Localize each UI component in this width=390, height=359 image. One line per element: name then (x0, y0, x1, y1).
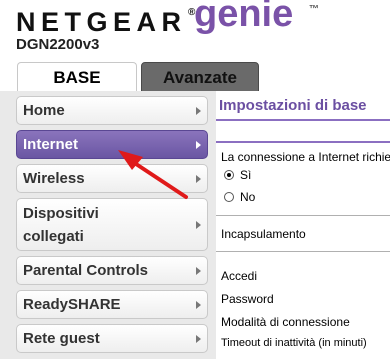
sidebar-item-label: ReadySHARE (23, 296, 121, 313)
login-label: Accedi (221, 269, 258, 283)
title-divider (216, 119, 390, 121)
chevron-right-icon (196, 107, 201, 115)
sidebar-item-readyshare[interactable]: ReadySHARE (16, 290, 208, 319)
sidebar-item-label: collegati (23, 228, 84, 245)
tab-bar: BASE Avanzate (0, 62, 390, 94)
trademark-mark: ™ (309, 4, 319, 15)
radio-yes-label[interactable]: Sì (240, 168, 251, 182)
chevron-right-icon (196, 335, 201, 343)
chevron-right-icon (196, 267, 201, 275)
content-panel: Impostazioni di base La connessione a In… (216, 91, 390, 359)
section-divider (216, 141, 390, 143)
tab-advanced[interactable]: Avanzate (141, 62, 259, 92)
sidebar-item-internet[interactable]: Internet (16, 130, 208, 159)
radio-no[interactable] (224, 192, 234, 202)
radio-no-label[interactable]: No (240, 190, 255, 204)
sidebar-item-wireless[interactable]: Wireless (16, 164, 208, 193)
sidebar-item-home[interactable]: Home (16, 96, 208, 125)
tab-base[interactable]: BASE (17, 62, 137, 92)
chevron-right-icon (196, 301, 201, 309)
page-title: Impostazioni di base (219, 97, 367, 114)
login-required-question: La connessione a Internet richiede un ac… (221, 150, 390, 164)
sidebar-item-attached-devices[interactable]: Dispositivi collegati (16, 198, 208, 251)
sidebar-item-label: Internet (23, 136, 79, 153)
genie-logo: genie (194, 0, 294, 35)
chevron-right-icon (196, 175, 201, 183)
sidebar-item-label: Parental Controls (23, 262, 149, 279)
sidebar-item-label: Rete guest (23, 330, 100, 347)
netgear-logo: NETGEAR (16, 7, 187, 37)
password-label: Password (221, 292, 274, 306)
sidebar-item-parental-controls[interactable]: Parental Controls (16, 256, 208, 285)
idle-timeout-label: Timeout di inattività (in minuti) (221, 337, 367, 349)
sidebar-item-label: Home (23, 102, 65, 119)
chevron-right-icon (196, 221, 201, 229)
divider (216, 251, 390, 252)
encapsulation-label: Incapsulamento (221, 227, 306, 241)
divider (216, 215, 390, 216)
connection-mode-label: Modalità di connessione (221, 315, 350, 329)
chevron-right-icon (196, 141, 201, 149)
radio-yes[interactable] (224, 170, 234, 180)
sidebar-item-guest-network[interactable]: Rete guest (16, 324, 208, 353)
sidebar-item-label: Wireless (23, 170, 85, 187)
sidebar-item-label: Dispositivi (23, 205, 99, 222)
router-model: DGN2200v3 (16, 36, 100, 53)
